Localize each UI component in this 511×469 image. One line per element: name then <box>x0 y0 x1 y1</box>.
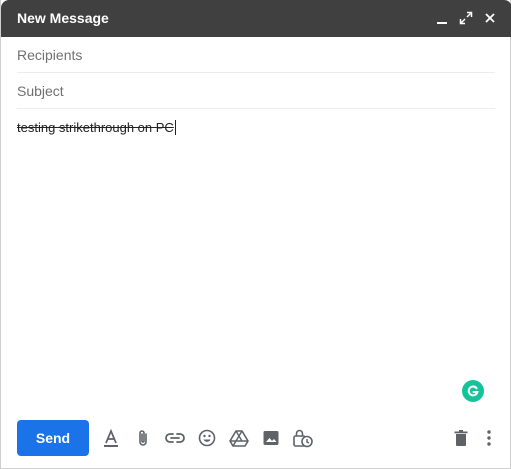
insert-emoji-icon[interactable] <box>195 426 219 450</box>
message-body-text: testing strikethrough on PC <box>17 120 174 135</box>
minimize-icon[interactable] <box>433 9 451 27</box>
compose-titlebar[interactable]: New Message <box>1 0 511 37</box>
grammarly-icon[interactable] <box>462 380 484 402</box>
close-icon[interactable] <box>481 9 499 27</box>
compose-window: New Message testing strikethrough on PC … <box>0 0 511 469</box>
more-options-icon[interactable] <box>477 426 501 450</box>
text-caret <box>174 120 176 135</box>
send-button[interactable]: Send <box>17 420 89 456</box>
attach-file-icon[interactable] <box>131 426 155 450</box>
discard-draft-icon[interactable] <box>449 426 473 450</box>
full-screen-icon[interactable] <box>457 9 475 27</box>
recipients-field <box>17 37 495 73</box>
recipients-input[interactable] <box>17 37 495 72</box>
subject-field <box>17 73 495 109</box>
insert-link-icon[interactable] <box>163 426 187 450</box>
message-body[interactable]: testing strikethrough on PC <box>17 118 495 408</box>
formatting-options-icon[interactable] <box>99 426 123 450</box>
insert-photo-icon[interactable] <box>259 426 283 450</box>
subject-input[interactable] <box>17 73 495 108</box>
confidential-mode-icon[interactable] <box>291 426 315 450</box>
google-drive-icon[interactable] <box>227 426 251 450</box>
compose-title: New Message <box>17 10 109 26</box>
